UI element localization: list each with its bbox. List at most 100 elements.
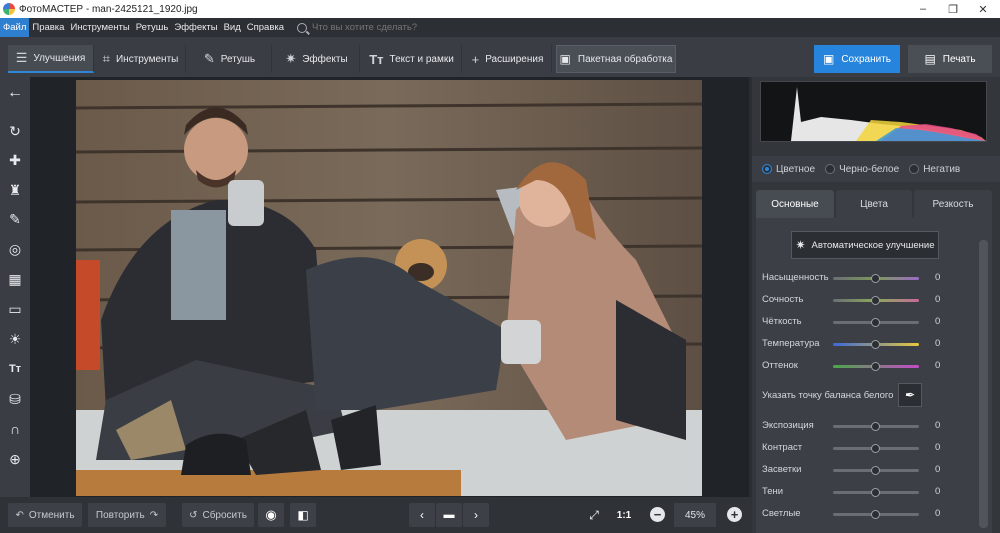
white-balance-picker-button[interactable]: ✒ (898, 383, 922, 407)
gradient-filter-icon[interactable]: ▦ (3, 269, 27, 289)
print-label: Печать (942, 53, 976, 65)
print-button[interactable]: ▤ Печать (908, 45, 992, 73)
app-logo-icon (3, 3, 15, 15)
menu-edit[interactable]: Правка (29, 18, 67, 37)
tab-label: Текст и рамки (389, 53, 454, 65)
slider-value: 0 (935, 464, 941, 475)
actual-size-button[interactable]: 1:1 (612, 503, 636, 527)
tab-label: Расширения (485, 53, 544, 65)
minus-icon: − (653, 507, 662, 522)
white-balance-label: Указать точку баланса белого (762, 390, 894, 401)
batch-label: Пакетная обработка (577, 53, 673, 65)
next-image-button[interactable]: › (463, 503, 489, 527)
menu-retouch[interactable]: Ретушь (133, 18, 172, 37)
radio-negative[interactable] (909, 164, 920, 174)
plus-icon: + (730, 507, 739, 522)
stamp-icon[interactable]: ♜ (3, 180, 27, 200)
panel-tabs: Основные Цвета Резкость (752, 190, 992, 218)
auto-enhance-label: Автоматическое улучшение (811, 239, 935, 251)
tab-retouch[interactable]: ✎ Ретушь (188, 45, 272, 73)
zoom-in-button[interactable]: + (727, 507, 742, 522)
tab-label: Улучшения (33, 52, 86, 64)
tab-extensions[interactable]: + Расширения (464, 45, 552, 73)
save-label: Сохранить (841, 53, 892, 65)
target-icon[interactable]: ⊕ (3, 449, 27, 469)
chevron-left-icon: ‹ (420, 508, 424, 522)
tab-tools[interactable]: ⌗ Инструменты (96, 45, 186, 73)
whites-slider-knob[interactable] (871, 510, 880, 519)
histogram (760, 81, 987, 142)
vignette-icon[interactable]: ▭ (3, 299, 27, 319)
saturation-slider-knob[interactable] (871, 274, 880, 283)
minimize-button[interactable]: – (908, 0, 938, 18)
zoom-level-field[interactable]: 45% (674, 503, 716, 527)
clarity-slider-knob[interactable] (871, 318, 880, 327)
mode-negative-label: Негатив (923, 163, 961, 175)
prev-image-button[interactable]: ‹ (409, 503, 435, 527)
printer-icon: ▤ (924, 52, 936, 66)
tab-effects[interactable]: ✷ Эффекты (274, 45, 360, 73)
save-button[interactable]: ▣ Сохранить (814, 45, 900, 73)
menu-bar: Файл Правка Инструменты Ретушь Эффекты В… (0, 18, 1000, 37)
auto-enhance-button[interactable]: ✷ Автоматическое улучшение (791, 231, 939, 259)
slider-label: Засветки (762, 464, 802, 475)
slider-value: 0 (935, 360, 941, 371)
slider-value: 0 (935, 442, 941, 453)
reset-label: Сбросить (202, 509, 247, 521)
magic-wand-icon: ✷ (795, 238, 806, 252)
menu-file[interactable]: Файл (0, 18, 30, 37)
vibrance-slider-knob[interactable] (871, 296, 880, 305)
search-input[interactable] (312, 22, 473, 33)
magnet-icon[interactable]: ∩ (3, 419, 27, 439)
back-arrow-icon[interactable]: ← (3, 83, 27, 103)
healing-patch-icon[interactable]: ✚ (3, 150, 27, 170)
tab-sharpness[interactable]: Резкость (914, 190, 992, 218)
contrast-slider-knob[interactable] (871, 444, 880, 453)
temperature-slider-knob[interactable] (871, 340, 880, 349)
search-icon (297, 22, 308, 33)
slider-value: 0 (935, 420, 941, 431)
menu-help[interactable]: Справка (244, 18, 287, 37)
undo-button[interactable]: ↶ Отменить (8, 503, 82, 527)
panel-scrollbar[interactable] (979, 240, 988, 528)
brush-icon: ✎ (203, 51, 215, 66)
tint-slider-knob[interactable] (871, 362, 880, 371)
tab-basic[interactable]: Основные (756, 190, 834, 218)
exposure-slider-knob[interactable] (871, 422, 880, 431)
tab-enhancements[interactable]: ☰ Улучшения (8, 45, 94, 73)
tab-label: Эффекты (302, 53, 348, 65)
slider-value: 0 (935, 272, 941, 283)
menu-tools[interactable]: Инструменты (67, 18, 132, 37)
left-toolbar: ← ↻ ✚ ♜ ✎ ◎ ▦ ▭ ☀ Tт ⛁ ∩ ⊕ (0, 77, 30, 533)
highlights-slider-knob[interactable] (871, 466, 880, 475)
redo-button[interactable]: Повторить ↷ (88, 503, 166, 527)
batch-processing-button[interactable]: ▣ Пакетная обработка (556, 45, 676, 73)
slider-value: 0 (935, 338, 941, 349)
radio-bw[interactable] (825, 164, 836, 174)
tab-colors[interactable]: Цвета (836, 190, 912, 218)
slider-label: Светлые (762, 508, 801, 519)
menu-view[interactable]: Вид (221, 18, 244, 37)
fill-bucket-icon[interactable]: ⛁ (3, 389, 27, 409)
radio-color[interactable] (762, 164, 772, 174)
slider-label: Сочность (762, 294, 804, 305)
maximize-button[interactable]: ❐ (938, 0, 968, 18)
tab-text-frames[interactable]: Tт Текст и рамки (362, 45, 462, 73)
reset-button[interactable]: ↺ Сбросить (182, 503, 254, 527)
text-icon[interactable]: Tт (3, 359, 27, 379)
preview-eye-button[interactable]: ◉ (258, 503, 284, 527)
fit-screen-button[interactable]: ⤢ (582, 503, 606, 527)
brush-icon[interactable]: ✎ (3, 209, 27, 229)
zoom-out-button[interactable]: − (650, 507, 665, 522)
rotate-icon[interactable]: ↻ (3, 121, 27, 141)
light-icon[interactable]: ☀ (3, 329, 27, 349)
chevron-right-icon: › (474, 508, 478, 522)
compare-button[interactable]: ◧ (290, 503, 316, 527)
radial-filter-icon[interactable]: ◎ (3, 239, 27, 259)
shadows-slider-knob[interactable] (871, 488, 880, 497)
menu-effects[interactable]: Эффекты (171, 18, 220, 37)
close-button[interactable]: ✕ (968, 0, 998, 18)
slider-label: Тени (762, 486, 784, 497)
magic-wand-icon: ✷ (285, 51, 297, 66)
open-folder-button[interactable]: ▬ (436, 503, 462, 527)
